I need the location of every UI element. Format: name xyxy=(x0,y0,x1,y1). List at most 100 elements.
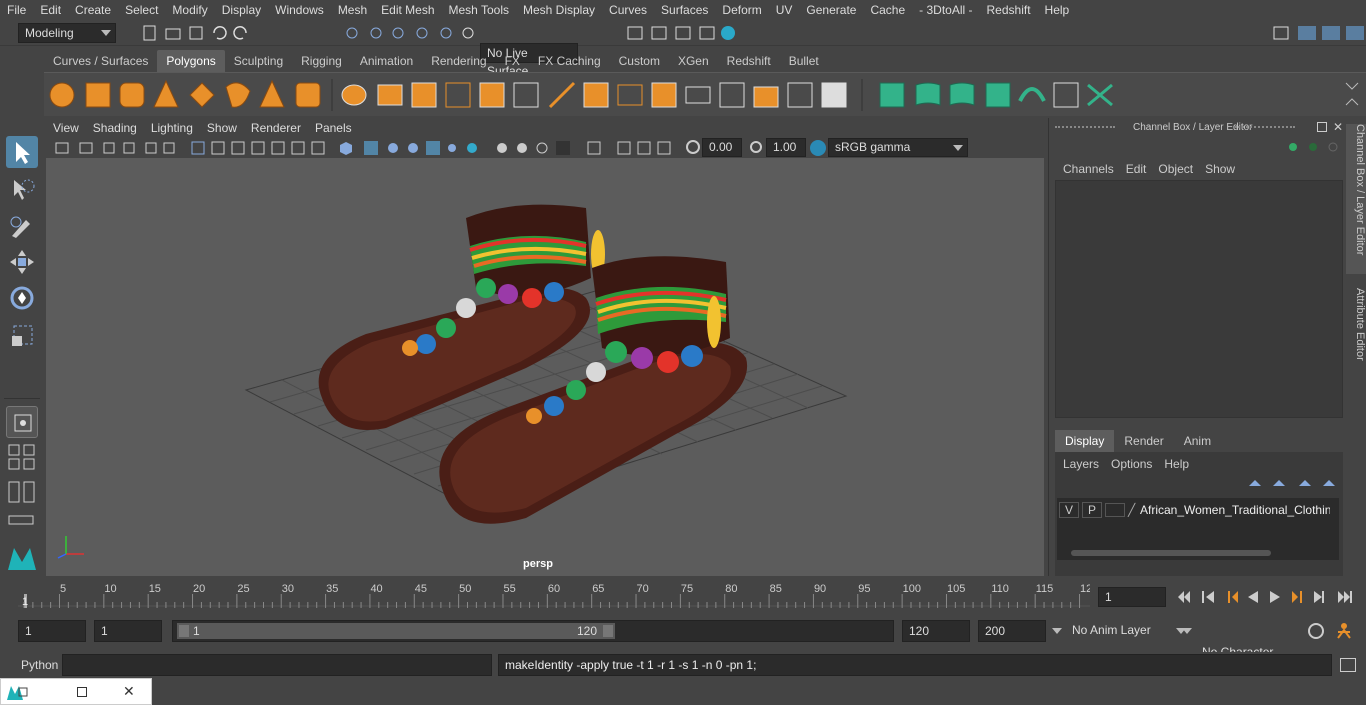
menu-display[interactable]: Display xyxy=(215,0,268,20)
menu-surfaces[interactable]: Surfaces xyxy=(654,0,715,20)
colorspace-selector[interactable]: sRGB gamma xyxy=(828,138,968,157)
script-editor-icon[interactable] xyxy=(1340,658,1356,672)
channel-menu-channels[interactable]: Channels xyxy=(1057,162,1120,176)
anim-layer-selector[interactable]: No Anim Layer xyxy=(1066,620,1190,642)
menu-cache[interactable]: Cache xyxy=(863,0,912,20)
panel-menu-renderer[interactable]: Renderer xyxy=(244,118,308,138)
panel-menu-show[interactable]: Show xyxy=(200,118,244,138)
tab-attribute-editor-vertical[interactable]: Attribute Editor xyxy=(1346,288,1366,378)
playback-end-field[interactable]: 120 xyxy=(902,620,970,642)
menu-redshift[interactable]: Redshift xyxy=(980,0,1038,20)
layer-menu-options[interactable]: Options xyxy=(1105,457,1158,471)
menu-mesh-tools[interactable]: Mesh Tools xyxy=(442,0,516,20)
layer-scrollbar[interactable] xyxy=(1071,550,1271,556)
layer-row[interactable]: V P ╱ African_Women_Traditional_Clothing xyxy=(1059,500,1339,520)
playback-start-field[interactable]: 1 xyxy=(94,620,162,642)
animation-end-field[interactable]: 200 xyxy=(978,620,1046,642)
menu-uv[interactable]: UV xyxy=(769,0,800,20)
panel-menu-panels[interactable]: Panels xyxy=(308,118,359,138)
render-icons[interactable] xyxy=(620,24,750,42)
rotate-tool-button[interactable] xyxy=(6,282,38,314)
channel-box-toggle-icons[interactable] xyxy=(1285,140,1343,154)
file-tools-icons[interactable] xyxy=(126,24,256,42)
tab-animation[interactable]: Animation xyxy=(351,50,422,72)
tab-channel-box-vertical[interactable]: Channel Box / Layer Editor xyxy=(1346,124,1366,274)
menu-windows[interactable]: Windows xyxy=(268,0,331,20)
timeline-ruler[interactable]: 5 10 15 20 25 30 35 40 45 50 55 60 65 70 75 80 85 90 95 100… xyxy=(18,582,1090,612)
channel-menu-show[interactable]: Show xyxy=(1199,162,1241,176)
color-management-icon[interactable] xyxy=(810,140,826,156)
channel-list[interactable] xyxy=(1055,180,1343,418)
menu-mesh[interactable]: Mesh xyxy=(331,0,374,20)
drag-handle-right[interactable] xyxy=(1235,126,1295,130)
exposure-field[interactable]: 0.00 xyxy=(702,138,742,157)
tab-render[interactable]: Render xyxy=(1114,430,1173,452)
float-icon[interactable] xyxy=(1317,122,1327,132)
chevron-down-icon[interactable] xyxy=(1182,628,1192,634)
menu-3dtoall[interactable]: - 3DtoAll - xyxy=(912,0,979,20)
menu-file[interactable]: File xyxy=(0,0,33,20)
maya-app-icon[interactable] xyxy=(1,680,29,704)
close-icon[interactable]: ✕ xyxy=(123,683,135,700)
mode-selector[interactable]: Modeling xyxy=(18,23,116,43)
scale-tool-button[interactable] xyxy=(6,318,38,350)
current-frame-field[interactable]: 1 xyxy=(1098,587,1166,607)
range-grip-left[interactable] xyxy=(179,625,189,637)
command-input[interactable] xyxy=(62,654,492,676)
shelf-buttons[interactable] xyxy=(44,73,1366,117)
range-slider-handle[interactable]: 1 120 xyxy=(177,623,615,639)
layer-visibility-toggle[interactable]: V xyxy=(1059,502,1079,518)
layer-action-icons[interactable] xyxy=(1245,476,1339,490)
chevron-down-icon[interactable] xyxy=(1052,628,1062,634)
perspective-viewport[interactable]: persp xyxy=(46,158,1044,576)
channel-menu-object[interactable]: Object xyxy=(1152,162,1199,176)
auto-key-icon[interactable] xyxy=(1308,623,1324,639)
tab-polygons[interactable]: Polygons xyxy=(157,50,225,72)
tab-display[interactable]: Display xyxy=(1055,430,1115,452)
menu-edit[interactable]: Edit xyxy=(33,0,68,20)
menu-generate[interactable]: Generate xyxy=(799,0,863,20)
layer-menu-help[interactable]: Help xyxy=(1158,457,1195,471)
menu-create[interactable]: Create xyxy=(68,0,118,20)
gamma-field[interactable]: 1.00 xyxy=(766,138,806,157)
maximize-icon[interactable] xyxy=(77,686,87,697)
layer-color-swatch[interactable] xyxy=(1105,503,1125,517)
workspace-icons[interactable] xyxy=(1270,23,1366,43)
tab-redshift[interactable]: Redshift xyxy=(718,50,780,72)
layer-name[interactable]: African_Women_Traditional_Clothing xyxy=(1140,503,1330,517)
menu-curves[interactable]: Curves xyxy=(602,0,654,20)
tab-curves-surfaces[interactable]: Curves / Surfaces xyxy=(44,50,157,72)
animation-start-field[interactable]: 1 xyxy=(18,620,86,642)
panel-menu-lighting[interactable]: Lighting xyxy=(144,118,200,138)
close-icon[interactable]: ✕ xyxy=(1333,120,1343,134)
time-slider[interactable]: 5 10 15 20 25 30 35 40 45 50 55 60 65 70 75 80 85 90 95 100… xyxy=(0,582,1366,612)
menu-edit-mesh[interactable]: Edit Mesh xyxy=(374,0,441,20)
move-tool-button[interactable] xyxy=(6,246,38,278)
range-slider-track[interactable]: 1 120 xyxy=(172,620,894,642)
panel-menu-shading[interactable]: Shading xyxy=(86,118,144,138)
tab-rendering[interactable]: Rendering xyxy=(422,50,495,72)
tab-xgen[interactable]: XGen xyxy=(669,50,718,72)
channel-menu-edit[interactable]: Edit xyxy=(1120,162,1153,176)
paint-select-tool-button[interactable] xyxy=(6,210,38,242)
menu-deform[interactable]: Deform xyxy=(715,0,768,20)
tab-rigging[interactable]: Rigging xyxy=(292,50,351,72)
panel-menu-view[interactable]: View xyxy=(46,118,86,138)
tab-fx-caching[interactable]: FX Caching xyxy=(529,50,610,72)
layer-menu-layers[interactable]: Layers xyxy=(1057,457,1105,471)
playback-controls[interactable] xyxy=(1172,587,1362,607)
viewport-toggle-icons[interactable] xyxy=(50,139,690,157)
single-pane-layout-button[interactable] xyxy=(6,406,38,438)
range-grip-right[interactable] xyxy=(603,625,613,637)
menu-mesh-display[interactable]: Mesh Display xyxy=(516,0,602,20)
tab-bullet[interactable]: Bullet xyxy=(780,50,828,72)
layer-playback-toggle[interactable]: P xyxy=(1082,502,1102,518)
tab-anim[interactable]: Anim xyxy=(1174,430,1221,452)
select-tool-button[interactable] xyxy=(6,136,38,168)
menu-modify[interactable]: Modify xyxy=(165,0,214,20)
tab-sculpting[interactable]: Sculpting xyxy=(225,50,292,72)
menu-help[interactable]: Help xyxy=(1038,0,1077,20)
lasso-tool-button[interactable] xyxy=(6,174,38,206)
selection-mask-icons[interactable] xyxy=(340,24,480,42)
layout-presets-icons[interactable] xyxy=(6,442,38,532)
